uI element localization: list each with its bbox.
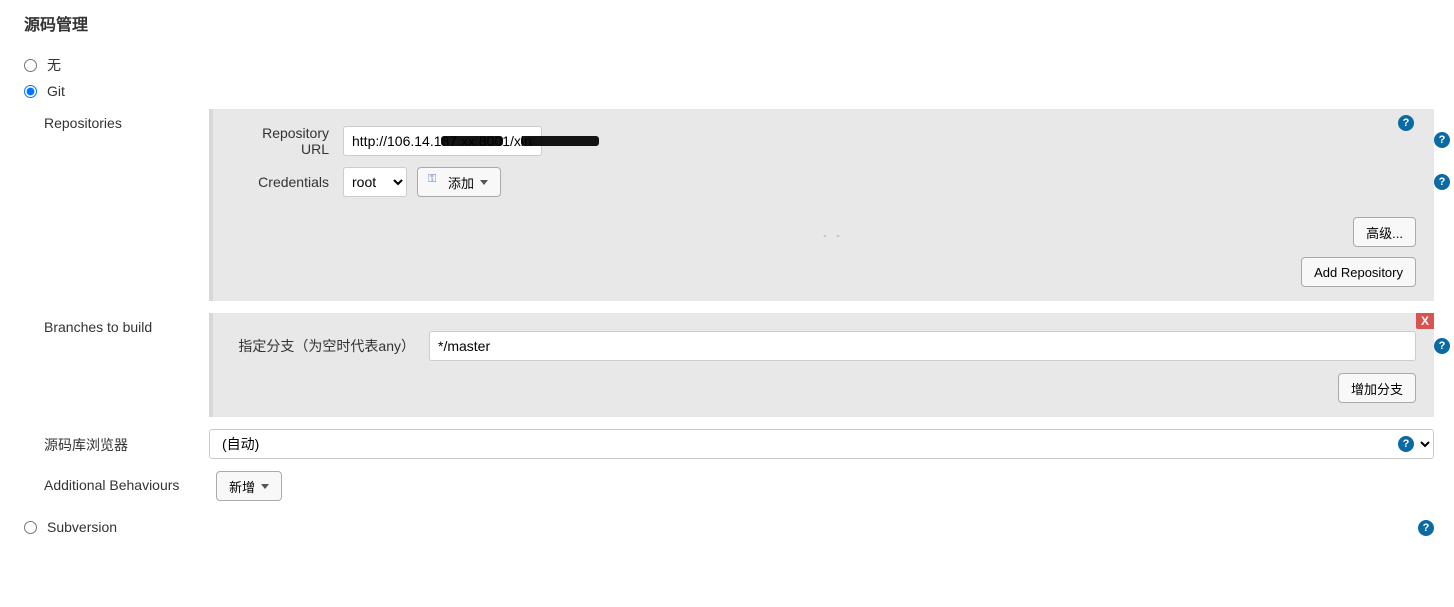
help-icon-repo-url[interactable]: ? bbox=[1434, 132, 1450, 148]
add-credentials-label: 添加 bbox=[448, 173, 474, 192]
scm-radio-subversion[interactable] bbox=[24, 521, 37, 534]
chevron-down-icon bbox=[480, 180, 488, 185]
help-icon-repositories[interactable]: ? bbox=[1398, 115, 1414, 131]
help-icon-repo-browser[interactable]: ? bbox=[1398, 436, 1414, 452]
credentials-select[interactable]: root bbox=[343, 167, 407, 197]
add-behaviour-button[interactable]: 新增 bbox=[216, 471, 282, 501]
additional-behaviours-label: Additional Behaviours bbox=[44, 471, 216, 493]
repo-browser-label: 源码库浏览器 bbox=[44, 429, 209, 455]
repository-block: Repository URL ? Credentials bbox=[209, 109, 1434, 301]
add-behaviour-label: 新增 bbox=[229, 477, 255, 496]
repo-url-label: Repository URL bbox=[231, 125, 343, 157]
branch-specifier-input[interactable] bbox=[429, 331, 1416, 361]
chevron-down-icon bbox=[261, 484, 269, 489]
add-repository-button[interactable]: Add Repository bbox=[1301, 257, 1416, 287]
key-icon bbox=[430, 177, 444, 187]
scm-label-none: 无 bbox=[47, 55, 61, 75]
scm-radio-none[interactable] bbox=[24, 59, 37, 72]
repo-browser-select[interactable]: (自动) bbox=[209, 429, 1434, 459]
credentials-label: Credentials bbox=[231, 174, 343, 190]
help-icon-subversion[interactable]: ? bbox=[1418, 520, 1434, 536]
branch-specifier-label: 指定分支（为空时代表any） bbox=[231, 336, 429, 356]
repositories-label: Repositories bbox=[44, 109, 209, 131]
branches-label: Branches to build bbox=[44, 313, 209, 335]
section-title-scm: 源码管理 bbox=[24, 11, 1434, 35]
delete-branch-button[interactable]: X bbox=[1416, 313, 1434, 329]
add-branch-button[interactable]: 增加分支 bbox=[1338, 373, 1416, 403]
advanced-button[interactable]: 高级... bbox=[1353, 217, 1416, 247]
help-icon-branch[interactable]: ? bbox=[1434, 338, 1450, 354]
scm-label-git: Git bbox=[47, 83, 65, 99]
help-icon-credentials[interactable]: ? bbox=[1434, 174, 1450, 190]
add-credentials-button[interactable]: 添加 bbox=[417, 167, 501, 197]
decorative-marks: " " bbox=[824, 234, 844, 243]
scm-radio-git[interactable] bbox=[24, 85, 37, 98]
branch-block: X 指定分支（为空时代表any） ? 增加分支 bbox=[209, 313, 1434, 417]
scm-label-subversion: Subversion bbox=[47, 519, 117, 535]
